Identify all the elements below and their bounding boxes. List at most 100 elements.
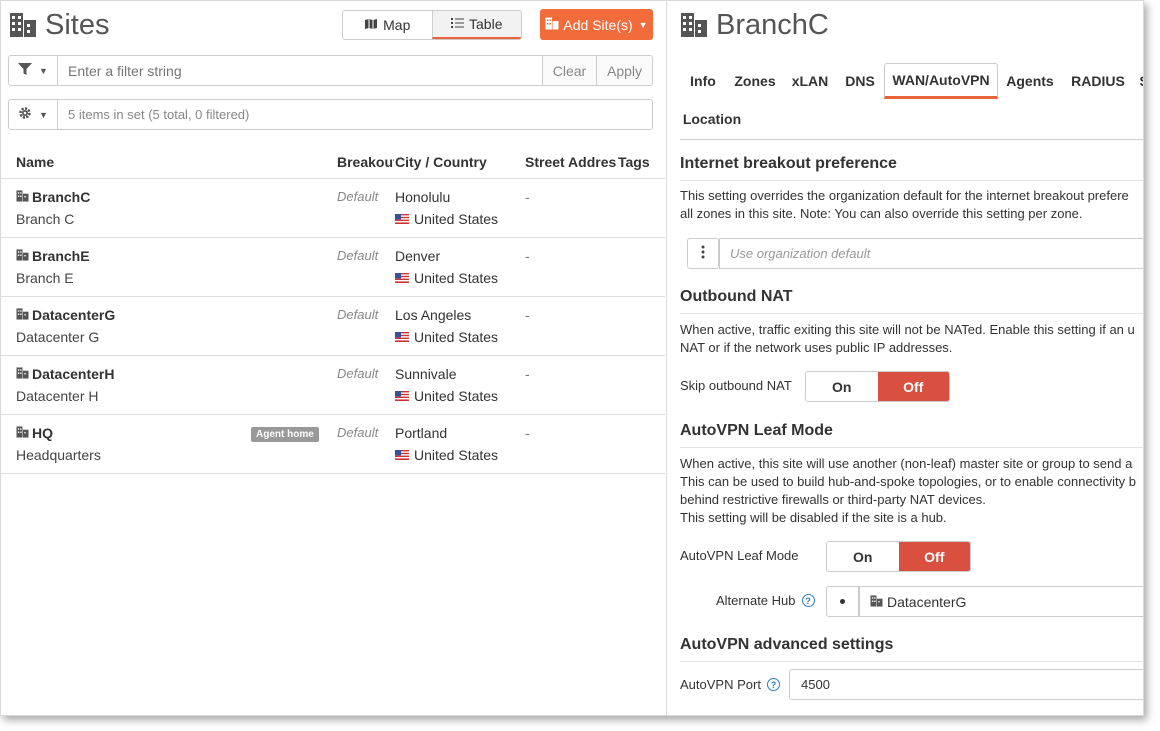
- skip-nat-on-button[interactable]: On: [806, 372, 878, 401]
- column-city-country[interactable]: City / Country: [395, 154, 487, 170]
- country-value: United States: [395, 270, 498, 286]
- breakout-select[interactable]: Use organization default: [719, 238, 1143, 269]
- alternate-hub-label-text: Alternate Hub: [716, 593, 796, 608]
- building-icon: [16, 248, 29, 264]
- leaf-desc-line: This setting will be disabled if the sit…: [680, 510, 947, 525]
- table-row[interactable]: DatacenterH Datacenter H Default Sunnivale U…: [1, 356, 665, 415]
- street-value: -: [525, 307, 530, 323]
- country-text: United States: [414, 270, 499, 286]
- map-view-button[interactable]: Map: [343, 11, 432, 39]
- city-value: Denver: [395, 248, 441, 264]
- tab-location[interactable]: Location: [680, 101, 744, 137]
- country-value: United States: [395, 388, 498, 404]
- leaf-mode-toggle: On Off: [826, 541, 971, 572]
- site-name[interactable]: BranchC: [16, 189, 90, 205]
- tab-overflow[interactable]: S: [1134, 63, 1143, 99]
- leaf-mode-off-button[interactable]: Off: [898, 542, 970, 571]
- tab-info[interactable]: Info: [680, 63, 726, 99]
- country-value: United States: [395, 329, 498, 345]
- country-value: United States: [395, 211, 498, 227]
- building-icon: [870, 594, 883, 610]
- autovpn-port-input[interactable]: 4500: [789, 669, 1143, 700]
- building-icon: [545, 17, 559, 33]
- table-row[interactable]: BranchC Branch C Default Honolulu United Sta…: [1, 179, 665, 238]
- divider: [680, 313, 1143, 314]
- leaf-mode-description: When active, this site will use another …: [680, 455, 1143, 527]
- clear-button[interactable]: Clear: [542, 56, 596, 85]
- outbound-nat-description: When active, traffic exiting this site w…: [680, 321, 1143, 357]
- nat-desc-line: NAT or if the network uses public IP add…: [680, 340, 953, 355]
- filter-menu-button[interactable]: ▼: [9, 56, 58, 85]
- building-icon: [16, 307, 29, 323]
- filter-input[interactable]: [58, 56, 542, 85]
- site-description: Headquarters: [16, 447, 101, 463]
- tab-wan-autovpn[interactable]: WAN/AutoVPN: [884, 63, 998, 99]
- site-description: Datacenter H: [16, 388, 99, 404]
- skip-nat-off-button[interactable]: Off: [877, 372, 949, 401]
- column-tags[interactable]: Tags: [618, 154, 650, 170]
- divider: [680, 180, 1143, 181]
- breakout-menu-button[interactable]: [687, 238, 719, 269]
- list-icon: [451, 16, 465, 32]
- alternate-hub-select[interactable]: DatacenterG: [859, 586, 1143, 617]
- kebab-icon: [701, 245, 705, 262]
- table-row[interactable]: HQ Headquarters Agent home Default Portland U…: [1, 415, 665, 474]
- leaf-mode-label: AutoVPN Leaf Mode: [680, 548, 799, 563]
- city-value: Los Angeles: [395, 307, 472, 323]
- tab-radius[interactable]: RADIUS: [1062, 63, 1134, 99]
- site-name[interactable]: DatacenterH: [16, 366, 114, 382]
- tab-xlan[interactable]: xLAN: [784, 63, 836, 99]
- tab-agents[interactable]: Agents: [998, 63, 1062, 99]
- country-text: United States: [414, 388, 499, 404]
- agent-home-badge: Agent home: [251, 427, 319, 442]
- site-name-text: BranchE: [32, 248, 90, 264]
- divider: [680, 447, 1143, 448]
- site-name-text: DatacenterH: [32, 366, 115, 382]
- site-description: Datacenter G: [16, 329, 100, 345]
- site-description: Branch C: [16, 211, 75, 227]
- breakout-value: Default: [337, 248, 379, 263]
- alternate-hub-menu-button[interactable]: [826, 586, 859, 617]
- site-name[interactable]: DatacenterG: [16, 307, 115, 323]
- building-icon: [16, 366, 29, 382]
- advanced-heading: AutoVPN advanced settings: [680, 636, 894, 653]
- map-icon: [364, 17, 378, 33]
- leaf-mode-on-button[interactable]: On: [827, 542, 899, 571]
- apply-button[interactable]: Apply: [596, 56, 652, 85]
- table-row[interactable]: DatacenterG Datacenter G Default Los Angele…: [1, 297, 665, 356]
- caret-down-icon: ▼: [39, 65, 48, 76]
- table-row[interactable]: BranchE Branch E Default Denver United State…: [1, 238, 665, 297]
- tabs-divider: [680, 139, 1143, 140]
- us-flag-icon: [395, 447, 409, 463]
- site-name[interactable]: BranchE: [16, 248, 90, 264]
- help-icon[interactable]: ?: [766, 678, 780, 691]
- street-value: -: [525, 189, 530, 205]
- caret-down-icon: ▼: [638, 19, 648, 30]
- filter-bar: ▼ Clear Apply: [8, 55, 653, 86]
- dot-icon: [840, 599, 845, 604]
- help-icon[interactable]: ?: [801, 594, 815, 607]
- city-value: Sunnivale: [395, 366, 457, 382]
- leaf-desc-line: This can be used to build hub-and-spoke …: [680, 474, 1137, 489]
- set-info-text: 5 items in set (5 total, 0 filtered): [68, 107, 250, 122]
- table-view-label: Table: [469, 16, 503, 32]
- column-name[interactable]: Name: [16, 154, 54, 170]
- column-street-address[interactable]: Street Address: [525, 154, 617, 170]
- settings-menu-button[interactable]: ▼: [9, 100, 58, 129]
- skip-nat-label: Skip outbound NAT: [680, 378, 792, 393]
- view-toggle: Map Table: [342, 10, 522, 40]
- country-value: United States: [395, 447, 498, 463]
- site-name-text: HQ: [32, 425, 53, 441]
- page-title-text: Sites: [45, 8, 110, 41]
- sites-panel: Sites Map Table Add Site(s) ▼ ▼ Enter a …: [1, 1, 665, 715]
- breakout-value: Default: [337, 425, 379, 440]
- add-sites-button[interactable]: Add Site(s) ▼: [540, 9, 653, 40]
- site-name[interactable]: HQ: [16, 425, 53, 441]
- table-view-button[interactable]: Table: [431, 11, 521, 39]
- breakout-value: Default: [337, 366, 379, 381]
- tab-zones[interactable]: Zones: [726, 63, 784, 99]
- column-breakout[interactable]: Breakout: [337, 154, 394, 170]
- us-flag-icon: [395, 270, 409, 286]
- tab-dns[interactable]: DNS: [836, 63, 884, 99]
- building-icon: [9, 12, 37, 38]
